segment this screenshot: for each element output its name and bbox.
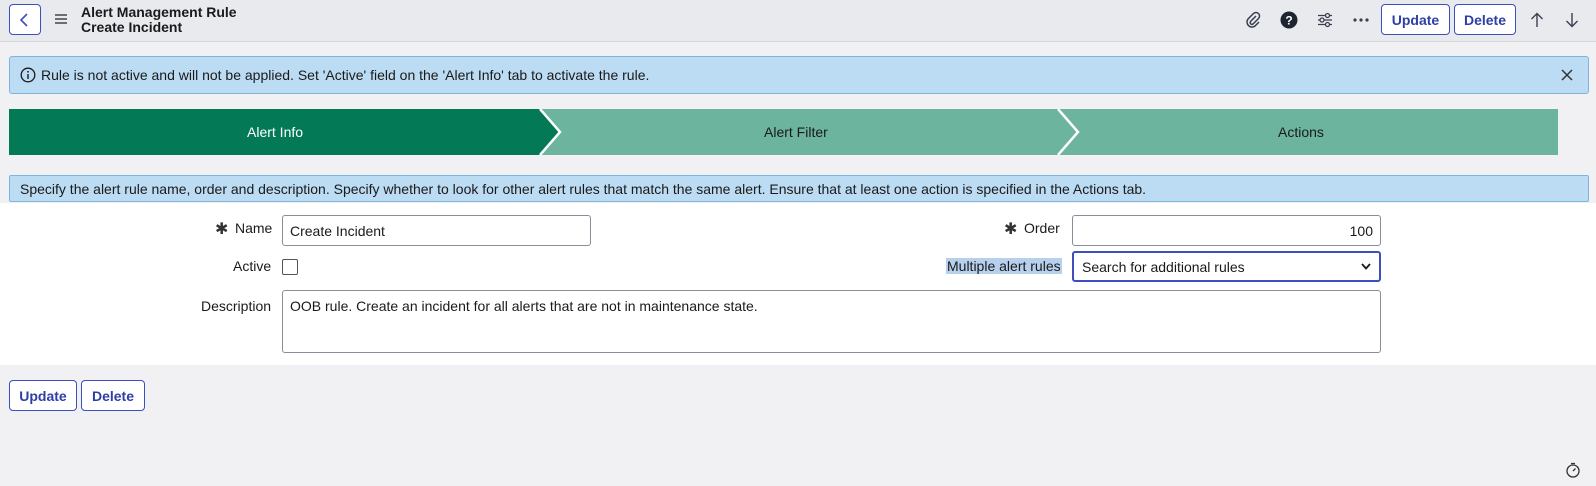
description-label: Description bbox=[201, 298, 272, 314]
update-button[interactable]: Update bbox=[1381, 4, 1450, 35]
record-type-title: Alert Management Rule bbox=[81, 4, 237, 20]
back-icon bbox=[19, 12, 28, 27]
tab-alert-filter[interactable]: Alert Filter bbox=[764, 124, 828, 140]
delete-button[interactable]: Delete bbox=[1454, 4, 1516, 35]
more-icon[interactable] bbox=[1351, 10, 1371, 30]
order-label: Order bbox=[1024, 220, 1060, 236]
required-icon: ✱ bbox=[1004, 221, 1018, 238]
multiple-alert-rules-select[interactable]: Search for additional rules bbox=[1072, 251, 1381, 282]
arrow-up-icon[interactable] bbox=[1527, 10, 1547, 30]
help-icon[interactable]: ? bbox=[1279, 10, 1299, 30]
instructions-banner: Specify the alert rule name, order and d… bbox=[9, 175, 1589, 202]
footer-update-button[interactable]: Update bbox=[9, 380, 77, 411]
info-icon bbox=[20, 67, 36, 83]
timer-icon[interactable] bbox=[1565, 462, 1581, 478]
back-button[interactable] bbox=[9, 4, 41, 35]
banner-message: Rule is not active and will not be appli… bbox=[41, 67, 650, 83]
step-tabs: Alert Info Alert Filter Actions bbox=[9, 109, 1558, 155]
svg-text:?: ? bbox=[1285, 14, 1292, 28]
order-input[interactable]: 100 bbox=[1072, 215, 1381, 246]
settings-sliders-icon[interactable] bbox=[1315, 10, 1335, 30]
tab-actions[interactable]: Actions bbox=[1278, 124, 1324, 140]
rule-form: ✱ Name Create Incident ✱ Order 100 Activ… bbox=[0, 203, 1596, 365]
arrow-down-icon[interactable] bbox=[1562, 10, 1582, 30]
footer-delete-button[interactable]: Delete bbox=[81, 380, 145, 411]
name-label: Name bbox=[235, 220, 273, 236]
name-input[interactable]: Create Incident bbox=[282, 215, 591, 246]
multiple-alert-rules-label: Multiple alert rules bbox=[946, 258, 1062, 274]
chevron-down-icon bbox=[1361, 263, 1371, 270]
menu-icon[interactable] bbox=[54, 12, 68, 26]
tab-alert-info[interactable]: Alert Info bbox=[247, 124, 303, 140]
description-textarea[interactable]: OOB rule. Create an incident for all ale… bbox=[282, 290, 1381, 353]
active-checkbox[interactable] bbox=[282, 259, 298, 275]
close-icon[interactable] bbox=[1560, 68, 1574, 82]
record-name-title: Create Incident bbox=[81, 19, 183, 35]
selected-option: Search for additional rules bbox=[1082, 258, 1245, 275]
paperclip-icon[interactable] bbox=[1243, 10, 1263, 30]
instructions-text: Specify the alert rule name, order and d… bbox=[20, 181, 1147, 197]
page-title: Alert Management Rule Create Incident bbox=[81, 5, 237, 35]
active-label: Active bbox=[233, 258, 272, 274]
required-icon: ✱ bbox=[215, 221, 229, 238]
inactive-rule-banner: Rule is not active and will not be appli… bbox=[9, 56, 1589, 94]
form-header: Alert Management Rule Create Incident ? … bbox=[0, 0, 1596, 42]
